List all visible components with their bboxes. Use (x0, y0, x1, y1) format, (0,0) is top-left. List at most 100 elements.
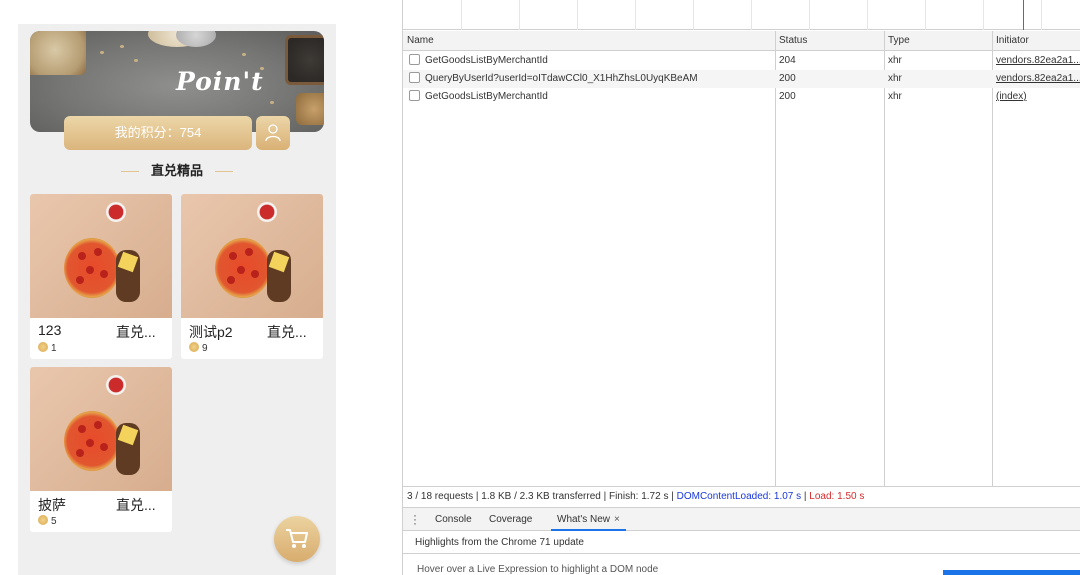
whats-new-header: Highlights from the Chrome 71 update (403, 532, 1080, 554)
column-header-initiator[interactable]: Initiator (992, 31, 1080, 51)
network-summary-bar: 3 / 18 requests | 1.8 KB / 2.3 KB transf… (403, 486, 1080, 506)
product-image (181, 194, 323, 318)
timeline-gridline (867, 0, 868, 30)
product-card[interactable]: 123 直兑... 1 (30, 194, 172, 359)
pepperoni (100, 270, 108, 278)
whats-new-preview-image (943, 570, 1080, 575)
request-row[interactable]: GetGoodsListByMerchantId 200 xhr (index) (403, 88, 1080, 106)
pepperoni (78, 252, 86, 260)
product-points: 5 (38, 515, 57, 527)
banner-decoration (242, 53, 246, 56)
pepperoni (86, 266, 94, 274)
banner-decoration (285, 35, 324, 85)
summary-domcontentloaded: DOMContentLoaded: 1.07 s (676, 491, 802, 502)
banner-decoration (120, 45, 124, 48)
banner-decoration (270, 101, 274, 104)
more-tools-menu-icon[interactable]: · · · (413, 509, 417, 529)
product-card[interactable]: 披萨 直兑... 5 (30, 367, 172, 532)
request-status: 200 (779, 91, 796, 102)
pepperoni (76, 449, 84, 457)
product-image (30, 367, 172, 491)
banner-decoration (30, 31, 86, 75)
product-title: 披萨 (38, 497, 66, 513)
pizza-illustration (64, 411, 120, 471)
product-tag: 直兑... (116, 324, 156, 340)
request-row[interactable]: QueryByUserId?userId=oITdawCCl0_X1HhZhsL… (403, 70, 1080, 88)
section-title-text: 直兑精品 (150, 163, 203, 178)
summary-load: Load: 1.50 s (809, 491, 865, 502)
product-points-value: 1 (51, 343, 57, 354)
request-type: xhr (888, 91, 902, 102)
timeline-gridline (519, 0, 520, 30)
product-tag: 直兑... (116, 497, 156, 513)
request-row[interactable]: GetGoodsListByMerchantId 204 xhr vendors… (403, 52, 1080, 70)
timeline-dcl-marker (1023, 0, 1024, 30)
column-header-status[interactable]: Status (775, 31, 884, 51)
pepperoni (227, 276, 235, 284)
pizza-illustration (64, 238, 120, 298)
request-initiator-link[interactable]: (index) (992, 88, 1080, 106)
tab-coverage[interactable]: Coverage (489, 508, 532, 531)
sauce-plate (106, 202, 126, 222)
banner-decoration (100, 51, 104, 54)
pepperoni (94, 421, 102, 429)
pepperoni (237, 266, 245, 274)
request-file-icon (409, 54, 420, 65)
column-header-type[interactable]: Type (884, 31, 992, 51)
user-icon (265, 124, 281, 142)
whats-new-item-text: Hover over a Live Expression to highligh… (417, 564, 659, 575)
coin-icon (189, 342, 199, 352)
request-type: xhr (888, 73, 902, 84)
heading-divider (215, 171, 233, 173)
request-name: GetGoodsListByMerchantId (425, 91, 548, 102)
product-title: 测试p2 (189, 324, 233, 340)
timeline-gridline (461, 0, 462, 30)
request-initiator-link[interactable]: vendors.82ea2a1... (992, 52, 1080, 70)
coin-icon (38, 342, 48, 352)
close-tab-icon[interactable]: × (614, 514, 620, 525)
pepperoni (76, 276, 84, 284)
section-heading: 直兑精品 (18, 160, 336, 179)
product-points: 9 (189, 342, 208, 354)
cart-button[interactable] (274, 516, 320, 562)
banner-brand: Poin't (176, 67, 264, 96)
my-points-button[interactable]: 我的积分：754 (64, 116, 252, 150)
pepperoni (229, 252, 237, 260)
request-name: GetGoodsListByMerchantId (425, 55, 548, 66)
pepperoni (100, 443, 108, 451)
drawer-tabbar: · · · Console Coverage What's New × (403, 507, 1080, 531)
request-type: xhr (888, 55, 902, 66)
devtools-panel: Name Status Type Initiator GetGoodsListB… (402, 0, 1080, 575)
pepperoni (78, 425, 86, 433)
timeline-gridline (1041, 0, 1042, 30)
requests-table-header: Name Status Type Initiator (403, 31, 1080, 51)
user-profile-button[interactable] (256, 116, 290, 150)
coin-icon (38, 515, 48, 525)
summary-text: 3 / 18 requests | 1.8 KB / 2.3 KB transf… (407, 491, 677, 502)
timeline-gridline (635, 0, 636, 30)
timeline-gridline (809, 0, 810, 30)
product-points-value: 5 (51, 516, 57, 527)
product-card[interactable]: 测试p2 直兑... 9 (181, 194, 323, 359)
pepperoni (94, 248, 102, 256)
pizza-illustration (215, 238, 271, 298)
request-initiator-link[interactable]: vendors.82ea2a1... (992, 70, 1080, 88)
product-tag: 直兑... (267, 324, 307, 340)
request-status: 200 (779, 73, 796, 84)
tab-whats-new[interactable]: What's New × (551, 508, 626, 531)
timeline-gridline (693, 0, 694, 30)
banner-decoration (296, 93, 324, 125)
device-viewport: Poin't 我的积分：754 直兑精品 123 直兑... 1 测试p2 直兑… (0, 0, 400, 575)
tab-whats-new-label: What's New (557, 514, 611, 525)
product-points-value: 9 (202, 343, 208, 354)
product-title: 123 (38, 322, 62, 338)
banner-decoration (134, 59, 138, 62)
sauce-plate (106, 375, 126, 395)
column-header-name[interactable]: Name (403, 31, 775, 51)
tab-console[interactable]: Console (435, 508, 472, 531)
request-file-icon (409, 72, 420, 83)
pepperoni (251, 270, 259, 278)
product-image (30, 194, 172, 318)
heading-divider (120, 171, 139, 173)
network-overview-timeline[interactable] (403, 0, 1080, 30)
